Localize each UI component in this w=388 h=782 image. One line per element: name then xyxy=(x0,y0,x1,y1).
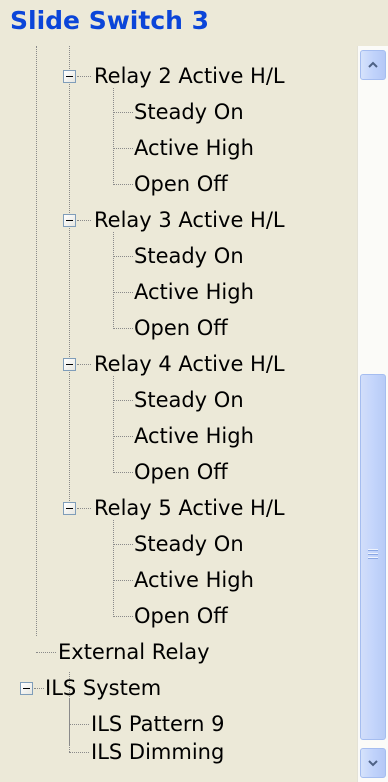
tree-branch xyxy=(34,688,44,689)
scroll-down-button[interactable] xyxy=(360,748,386,778)
page-title: Slide Switch 3 xyxy=(10,6,210,35)
tree-branch xyxy=(113,292,133,293)
tree-branch xyxy=(113,184,133,185)
tree-branch xyxy=(77,508,91,509)
tree-branch xyxy=(113,328,133,329)
tree-view[interactable]: Relay 2 Active H/L Steady On Active High… xyxy=(0,46,357,782)
tree-branch xyxy=(69,724,89,725)
vertical-scrollbar[interactable] xyxy=(357,46,388,782)
tree-node-relay-3[interactable]: Relay 3 Active H/L xyxy=(94,208,285,232)
tree-node-relay-5[interactable]: Relay 5 Active H/L xyxy=(94,496,285,520)
tree-line-relay3 xyxy=(113,232,114,329)
tree-node-open-off[interactable]: Open Off xyxy=(134,316,228,340)
tree-branch xyxy=(113,472,133,473)
tree-window: Slide Switch 3 Relay 2 Active H/L Steady… xyxy=(0,0,388,782)
tree-node-ils-dimming[interactable]: ILS Dimming xyxy=(91,740,224,764)
tree-node-steady-on[interactable]: Steady On xyxy=(134,532,244,556)
title-bar: Slide Switch 3 xyxy=(0,0,388,46)
tree-node-ils-pattern-9[interactable]: ILS Pattern 9 xyxy=(91,712,225,736)
tree-branch xyxy=(36,652,56,653)
tree-node-steady-on[interactable]: Steady On xyxy=(134,100,244,124)
tree-branch xyxy=(113,256,133,257)
tree-node-external-relay[interactable]: External Relay xyxy=(58,640,210,664)
tree-branch xyxy=(113,436,133,437)
tree-branch xyxy=(69,752,89,753)
tree-node-active-high[interactable]: Active High xyxy=(134,136,254,160)
collapse-icon[interactable] xyxy=(63,214,76,227)
tree-node-relay-2[interactable]: Relay 2 Active H/L xyxy=(94,64,285,88)
tree-node-open-off[interactable]: Open Off xyxy=(134,604,228,628)
chevron-down-icon xyxy=(368,760,378,767)
tree-branch xyxy=(77,76,91,77)
collapse-icon[interactable] xyxy=(63,358,76,371)
collapse-icon[interactable] xyxy=(20,682,33,695)
collapse-icon[interactable] xyxy=(63,70,76,83)
tree-branch xyxy=(113,544,133,545)
tree-line-relay4 xyxy=(113,376,114,473)
grip-icon xyxy=(368,549,378,559)
tree-node-relay-4[interactable]: Relay 4 Active H/L xyxy=(94,352,285,376)
tree-line-level1 xyxy=(69,46,70,501)
scroll-thumb[interactable] xyxy=(360,374,386,740)
tree-node-ils-system[interactable]: ILS System xyxy=(45,676,161,700)
tree-branch xyxy=(113,400,133,401)
tree-branch xyxy=(77,220,91,221)
tree-node-active-high[interactable]: Active High xyxy=(134,280,254,304)
tree-branch xyxy=(77,364,91,365)
scroll-up-button[interactable] xyxy=(360,50,386,80)
tree-node-open-off[interactable]: Open Off xyxy=(134,172,228,196)
tree-node-open-off[interactable]: Open Off xyxy=(134,460,228,484)
collapse-icon[interactable] xyxy=(63,502,76,515)
tree-node-active-high[interactable]: Active High xyxy=(134,568,254,592)
tree-node-steady-on[interactable]: Steady On xyxy=(134,388,244,412)
tree-line-relay5 xyxy=(113,520,114,617)
tree-branch xyxy=(113,616,133,617)
tree-node-steady-on[interactable]: Steady On xyxy=(134,244,244,268)
tree-line-ils-sub xyxy=(69,698,70,752)
tree-branch xyxy=(113,112,133,113)
tree-line-relay2 xyxy=(113,88,114,185)
chevron-up-icon xyxy=(368,61,378,68)
tree-branch xyxy=(113,580,133,581)
tree-line-root xyxy=(36,46,37,636)
tree-node-active-high[interactable]: Active High xyxy=(134,424,254,448)
tree-branch xyxy=(113,148,133,149)
